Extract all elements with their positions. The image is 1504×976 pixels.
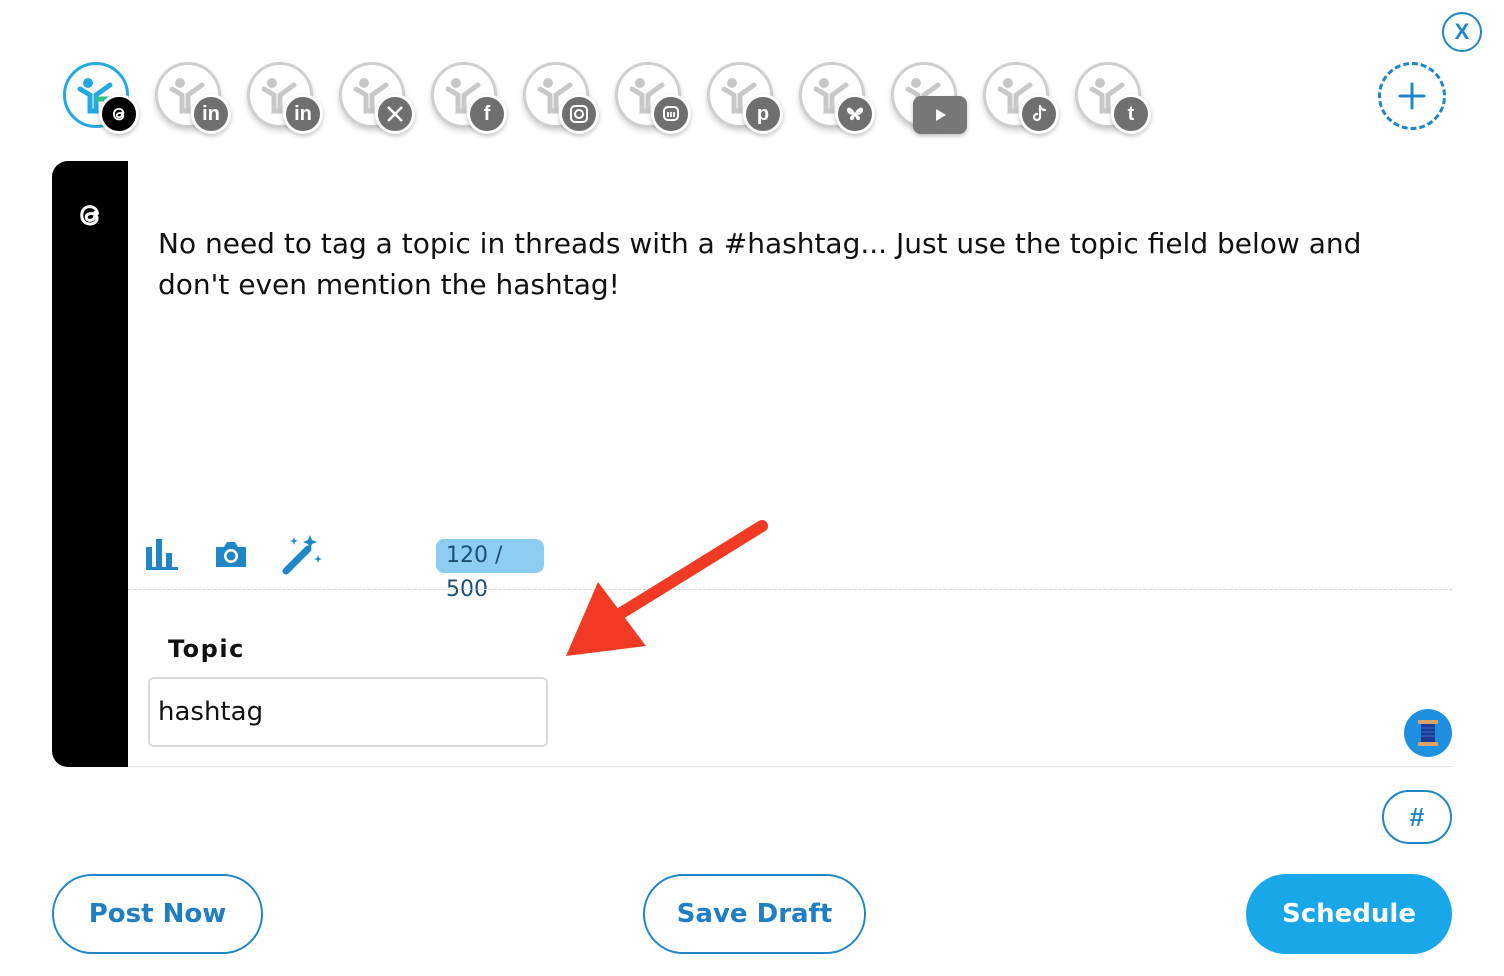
character-count-badge: 120 / 500 (436, 539, 544, 602)
account-linkedin-2[interactable]: in (247, 60, 323, 140)
account-pinterest[interactable]: p (707, 60, 783, 140)
post-text-area[interactable]: No need to tag a topic in threads with a… (158, 223, 1428, 305)
linkedin-icon: in (191, 94, 231, 134)
plus-icon (1398, 82, 1426, 110)
annotation-arrow-icon (566, 520, 768, 656)
save-draft-button[interactable]: Save Draft (643, 874, 866, 954)
camera-icon[interactable] (212, 537, 250, 571)
network-sidebar (52, 161, 128, 767)
topic-label: Topic (168, 635, 245, 663)
editor-bottom-divider (128, 766, 1452, 767)
instagram-icon (559, 94, 599, 134)
section-divider (128, 589, 1452, 590)
account-threads[interactable] (63, 60, 139, 140)
tumblr-icon: t (1111, 94, 1151, 134)
account-instagram[interactable] (523, 60, 599, 140)
account-tumblr[interactable]: t (1075, 60, 1151, 140)
x-icon (375, 94, 415, 134)
schedule-button[interactable]: Schedule (1246, 874, 1452, 954)
account-x[interactable] (339, 60, 415, 140)
add-account-button[interactable] (1378, 62, 1446, 130)
butterfly-icon (835, 94, 875, 134)
account-facebook[interactable]: f (431, 60, 507, 140)
magic-wand-icon[interactable] (280, 533, 324, 575)
account-bluesky[interactable] (799, 60, 875, 140)
topic-input[interactable] (148, 677, 548, 747)
account-selector: in in f p t (63, 60, 1163, 140)
thread-spool-button[interactable] (1404, 709, 1452, 757)
post-now-button[interactable]: Post Now (52, 874, 263, 954)
tiktok-icon (1019, 94, 1059, 134)
linkedin-icon: in (283, 94, 323, 134)
account-tiktok[interactable] (983, 60, 1059, 140)
editor-toolbar: 120 / 500 (144, 533, 544, 602)
facebook-icon: f (467, 94, 507, 134)
pinterest-icon: p (743, 94, 783, 134)
play-icon (913, 96, 967, 134)
threads-icon (99, 94, 139, 134)
account-youtube[interactable] (891, 60, 967, 140)
close-button[interactable]: X (1442, 12, 1482, 52)
mastodon-icon (651, 94, 691, 134)
chart-bar-icon[interactable] (144, 537, 180, 571)
account-mastodon[interactable] (615, 60, 691, 140)
spool-icon (1418, 720, 1438, 746)
account-linkedin-1[interactable]: in (155, 60, 231, 140)
post-editor: No need to tag a topic in threads with a… (52, 161, 1452, 767)
hashtag-button[interactable]: # (1382, 790, 1452, 844)
threads-icon (80, 205, 99, 226)
